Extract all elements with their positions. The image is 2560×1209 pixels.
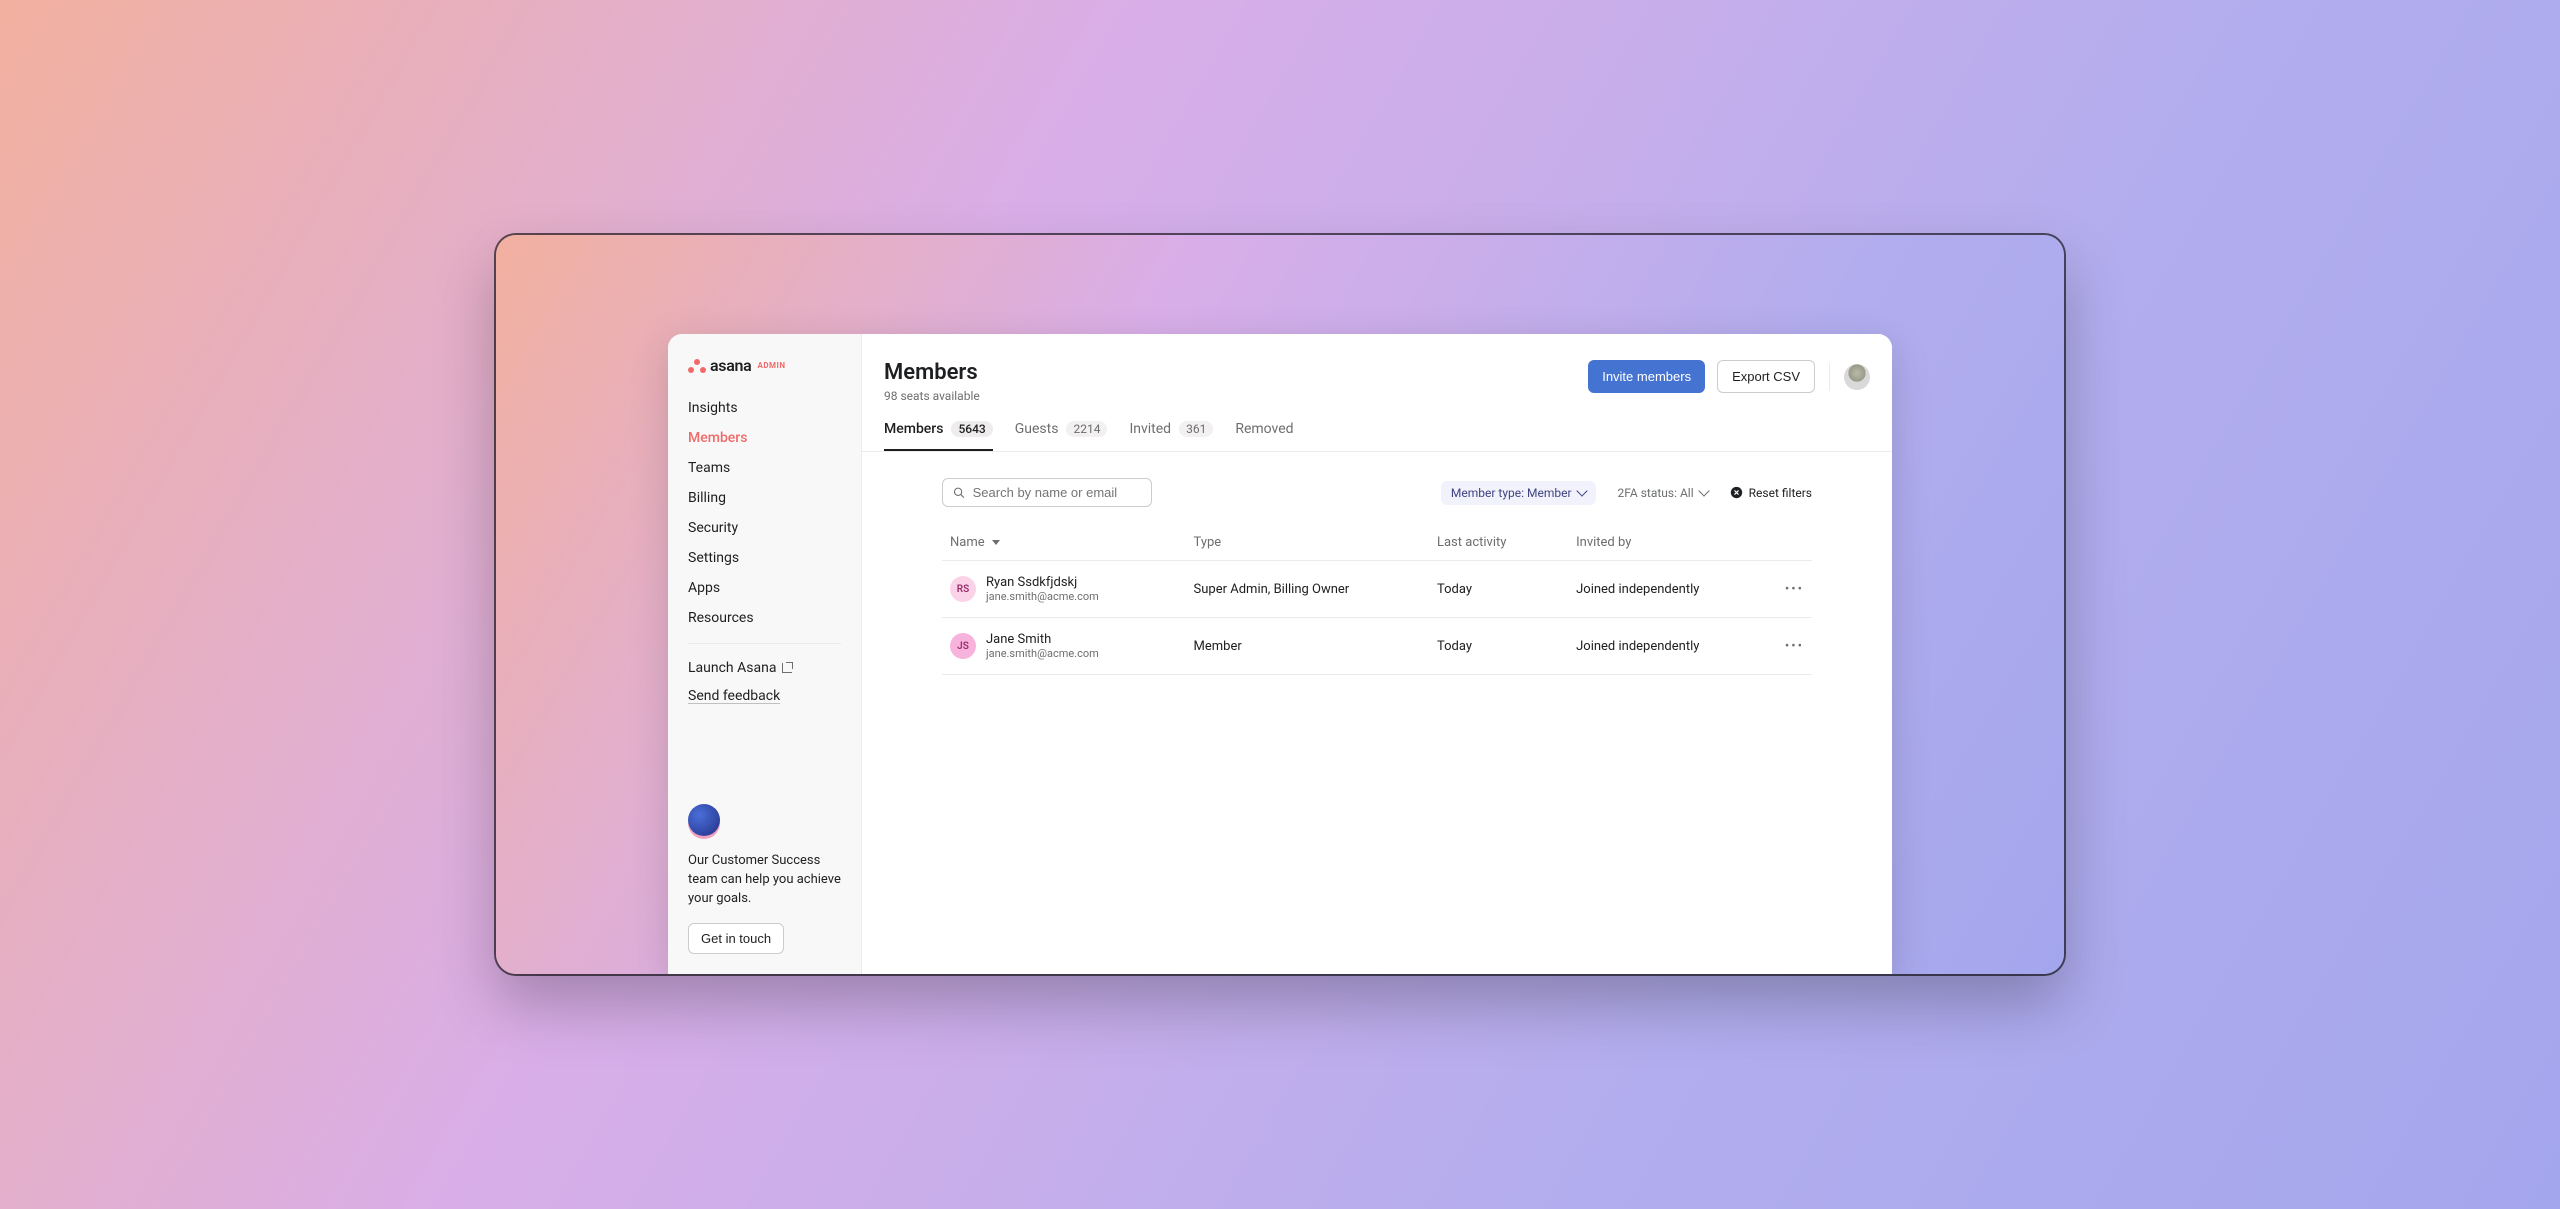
export-csv-button[interactable]: Export CSV [1717, 360, 1815, 393]
page-header: Members 98 seats available Invite member… [862, 334, 1892, 403]
logo: asana ADMIN [668, 356, 861, 393]
member-invited-by: Joined independently [1568, 618, 1777, 675]
asana-logo-icon [688, 359, 706, 373]
tab-invited[interactable]: Invited 361 [1129, 421, 1213, 451]
member-name: Jane Smith [986, 632, 1099, 647]
search-box[interactable] [942, 478, 1152, 507]
filter-2fa-label: 2FA status: All [1618, 486, 1694, 500]
table-row[interactable]: RS Ryan Ssdkfjdskjjane.smith@acme.com Supe… [942, 561, 1812, 618]
chevron-down-icon [1698, 485, 1709, 496]
tab-invited-count: 361 [1179, 421, 1213, 437]
logo-admin-badge: ADMIN [757, 361, 785, 370]
customer-success-text: Our Customer Success team can help you a… [688, 852, 841, 909]
member-avatar: JS [950, 633, 976, 659]
external-link-icon [782, 663, 792, 673]
get-in-touch-button[interactable]: Get in touch [688, 923, 784, 954]
page-title: Members [884, 360, 980, 385]
column-header-type[interactable]: Type [1186, 525, 1429, 561]
member-avatar: RS [950, 576, 976, 602]
filter-member-type-label: Member type: Member [1451, 486, 1572, 500]
sidebar-footer: Our Customer Success team can help you a… [668, 804, 861, 954]
search-input[interactable] [973, 485, 1141, 500]
main-content: Members 98 seats available Invite member… [862, 334, 1892, 974]
logo-brand: asana [710, 356, 751, 375]
member-email: jane.smith@acme.com [986, 647, 1099, 660]
filter-2fa-status[interactable]: 2FA status: All [1608, 481, 1718, 505]
column-header-invited[interactable]: Invited by [1568, 525, 1777, 561]
column-header-name[interactable]: Name [942, 525, 1186, 561]
tab-members-count: 5643 [951, 421, 992, 437]
reset-icon [1730, 486, 1743, 499]
table-row[interactable]: JS Jane Smithjane.smith@acme.com MemberTod… [942, 618, 1812, 675]
tab-guests[interactable]: Guests 2214 [1015, 421, 1108, 451]
sidebar-item-teams[interactable]: Teams [668, 453, 861, 483]
member-name: Ryan Ssdkfjdskj [986, 575, 1099, 590]
members-table: Name Type Last activity Invited by RS Rya… [942, 525, 1812, 675]
row-more-button[interactable]: ••• [1777, 618, 1812, 675]
seats-available: 98 seats available [884, 389, 980, 403]
sidebar-item-insights[interactable]: Insights [668, 393, 861, 423]
member-type: Super Admin, Billing Owner [1186, 561, 1429, 618]
sidebar-item-resources[interactable]: Resources [668, 603, 861, 633]
invite-members-button[interactable]: Invite members [1588, 360, 1705, 393]
member-activity: Today [1429, 561, 1568, 618]
filter-member-type[interactable]: Member type: Member [1441, 481, 1596, 505]
header-divider [1829, 363, 1830, 391]
sort-desc-icon [992, 540, 1000, 545]
member-activity: Today [1429, 618, 1568, 675]
sidebar: asana ADMIN Insights Members Teams Billi… [668, 334, 862, 974]
member-email: jane.smith@acme.com [986, 590, 1099, 603]
member-type: Member [1186, 618, 1429, 675]
tab-removed[interactable]: Removed [1235, 421, 1293, 451]
sidebar-item-apps[interactable]: Apps [668, 573, 861, 603]
column-header-activity[interactable]: Last activity [1429, 525, 1568, 561]
header-actions: Invite members Export CSV [1588, 360, 1870, 393]
sidebar-item-members[interactable]: Members [668, 423, 861, 453]
row-more-button[interactable]: ••• [1777, 561, 1812, 618]
launch-asana-link[interactable]: Launch Asana [668, 654, 861, 682]
column-header-actions [1777, 525, 1812, 561]
search-icon [953, 486, 965, 499]
tab-guests-count: 2214 [1066, 421, 1107, 437]
tab-members-label: Members [884, 421, 943, 437]
members-table-wrap: Name Type Last activity Invited by RS Rya… [862, 525, 1892, 675]
chevron-down-icon [1576, 485, 1587, 496]
sidebar-nav: Insights Members Teams Billing Security … [668, 393, 861, 633]
sidebar-item-security[interactable]: Security [668, 513, 861, 543]
reset-filters-label: Reset filters [1749, 486, 1812, 500]
sidebar-item-billing[interactable]: Billing [668, 483, 861, 513]
current-user-avatar[interactable] [1844, 364, 1870, 390]
tabs: Members 5643 Guests 2214 Invited 361 Rem… [862, 403, 1892, 452]
tab-invited-label: Invited [1129, 421, 1171, 437]
send-feedback-link[interactable]: Send feedback [668, 682, 861, 710]
tab-removed-label: Removed [1235, 421, 1293, 437]
sidebar-divider [688, 643, 841, 644]
launch-asana-label: Launch Asana [688, 660, 776, 676]
member-invited-by: Joined independently [1568, 561, 1777, 618]
tab-guests-label: Guests [1015, 421, 1059, 437]
reset-filters-button[interactable]: Reset filters [1730, 486, 1812, 500]
customer-success-illustration [688, 804, 720, 836]
filter-toolbar: Member type: Member 2FA status: All Rese… [862, 452, 1892, 525]
tab-members[interactable]: Members 5643 [884, 421, 993, 451]
sidebar-item-settings[interactable]: Settings [668, 543, 861, 573]
